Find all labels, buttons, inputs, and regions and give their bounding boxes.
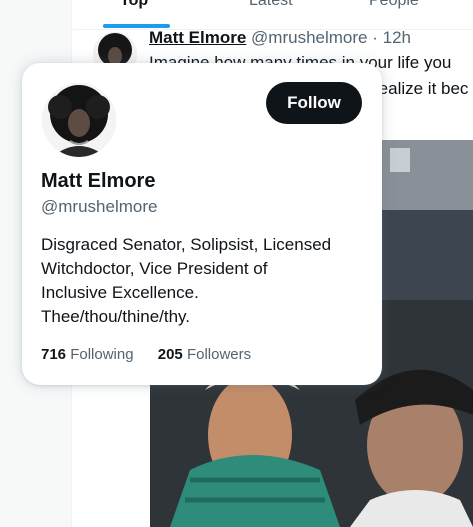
- tab-people[interactable]: People: [369, 0, 419, 10]
- tab-latest[interactable]: Latest: [249, 0, 293, 10]
- followers-count: 205: [157, 346, 183, 363]
- followers-label: Followers: [186, 346, 252, 363]
- tab-top[interactable]: Top: [120, 0, 148, 10]
- tweet-author-handle[interactable]: @mrushelmore: [251, 28, 367, 47]
- followers-link[interactable]: 205 Followers: [158, 346, 251, 363]
- tweet-header: Matt Elmore @mrushelmore · 12h: [149, 28, 411, 48]
- search-tabs: Top Latest People: [73, 0, 473, 30]
- profile-bio-line: Witchdoctor, Vice President of: [41, 259, 268, 278]
- follow-button[interactable]: Follow: [266, 82, 362, 124]
- profile-avatar[interactable]: [42, 83, 116, 157]
- tweet-text-line-2: realize it bec: [373, 79, 469, 98]
- tweet-author-name[interactable]: Matt Elmore: [149, 28, 246, 47]
- profile-bio-line: Inclusive Excellence.: [41, 283, 199, 302]
- profile-bio-line: Disgraced Senator, Solipsist, Licensed: [41, 235, 332, 254]
- profile-name[interactable]: Matt Elmore: [41, 170, 155, 193]
- profile-bio-line: Thee/thou/thine/thy.: [41, 307, 191, 326]
- following-link[interactable]: 716 Following: [41, 346, 134, 363]
- following-count: 716: [41, 346, 67, 363]
- tweet-separator: ·: [372, 28, 378, 47]
- profile-handle[interactable]: @mrushelmore: [41, 197, 157, 217]
- profile-bio: Disgraced Senator, Solipsist, Licensed W…: [41, 233, 371, 329]
- profile-hover-card: Follow Matt Elmore @mrushelmore Disgrace…: [22, 63, 382, 385]
- profile-stats: 716 Following 205 Followers: [41, 346, 271, 363]
- following-label: Following: [70, 346, 134, 363]
- tweet-time[interactable]: 12h: [383, 28, 411, 47]
